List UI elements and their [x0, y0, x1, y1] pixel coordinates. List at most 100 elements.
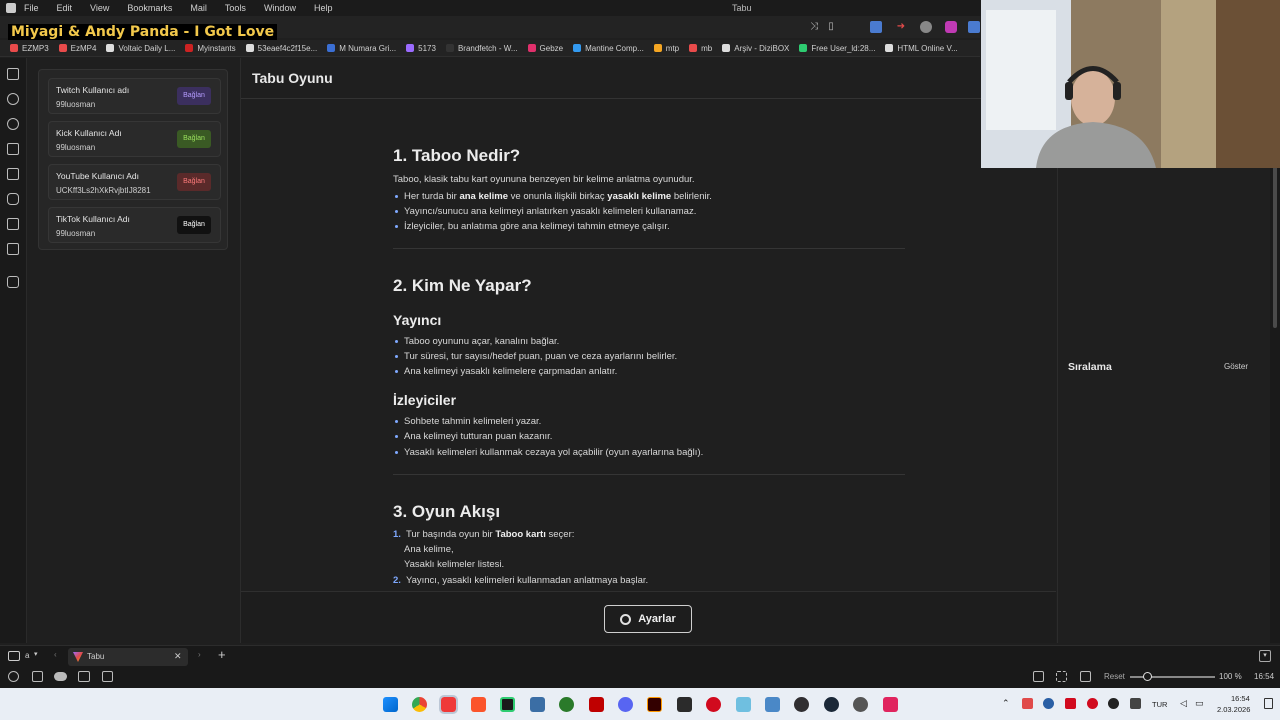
menu-view[interactable]: View — [90, 3, 109, 13]
page-actions-icon[interactable] — [1080, 671, 1091, 682]
cloud-icon[interactable] — [54, 672, 67, 681]
menu-bookmarks[interactable]: Bookmarks — [127, 3, 172, 13]
network-icon[interactable]: ▭ — [1195, 698, 1204, 709]
clock-date[interactable]: 2.03.2026 — [1217, 705, 1250, 714]
reading-list-icon[interactable] — [7, 193, 19, 205]
mail-panel-icon[interactable] — [7, 243, 19, 255]
bookmark-item[interactable]: Arşiv - DiziBOX — [722, 44, 789, 53]
extension-translate-icon[interactable] — [870, 21, 882, 33]
youtube-username-input[interactable]: UCKff3Ls2hXkRvjbtIJ8281 — [56, 186, 151, 195]
bookmarks-panel-icon[interactable] — [7, 68, 19, 80]
brave-icon[interactable] — [471, 697, 486, 712]
bookmark-item[interactable]: M Numara Gri... — [327, 44, 396, 53]
workspace-icon[interactable] — [8, 651, 20, 661]
bookmark-item[interactable]: HTML Online V... — [885, 44, 958, 53]
calendar-icon[interactable] — [102, 671, 113, 682]
scroll-tabs-right-icon[interactable]: › — [198, 650, 201, 659]
menu-window[interactable]: Window — [264, 3, 296, 13]
tab-menu-icon[interactable]: ▾ — [1259, 650, 1271, 662]
new-tab-icon[interactable]: + — [218, 647, 226, 662]
scroll-tabs-left-icon[interactable]: ‹ — [54, 650, 57, 659]
start-icon[interactable] — [383, 697, 398, 712]
mail-icon[interactable] — [78, 671, 90, 682]
kick-username-input[interactable]: 99luosman — [56, 143, 95, 152]
chrome-icon[interactable] — [412, 697, 427, 712]
twitch-connect-button[interactable]: Bağlan — [177, 87, 211, 105]
menu-edit[interactable]: Edit — [57, 3, 73, 13]
app-icon-4[interactable] — [765, 697, 780, 712]
twitch-username-input[interactable]: 99luosman — [56, 100, 95, 109]
kick-connect-button[interactable]: Bağlan — [177, 130, 211, 148]
vivaldi-icon[interactable] — [439, 695, 458, 714]
tray-app-icon-6[interactable] — [1130, 698, 1141, 709]
tray-app-icon-2[interactable] — [1043, 698, 1054, 709]
bookmark-item[interactable]: 5173 — [406, 44, 436, 53]
illustrator-icon[interactable] — [647, 697, 662, 712]
bookmark-item[interactable]: EzMP4 — [58, 44, 96, 53]
zoom-slider[interactable] — [1130, 672, 1215, 681]
tiktok-live-icon[interactable] — [883, 697, 898, 712]
workspace-name[interactable]: a — [25, 651, 29, 660]
settings-button[interactable]: Ayarlar — [604, 605, 692, 633]
menu-mail[interactable]: Mail — [190, 3, 207, 13]
bookmark-item[interactable]: 53eaef4c2f15e... — [245, 44, 317, 53]
tiling-icon[interactable] — [1056, 671, 1067, 682]
hs-app-icon[interactable] — [559, 697, 574, 712]
extension-pink-icon[interactable] — [945, 21, 957, 33]
bookmark-item[interactable]: Gebze — [527, 44, 563, 53]
extension-red-icon[interactable]: ➜ — [895, 21, 907, 33]
filezilla-icon[interactable] — [589, 697, 604, 712]
bookmark-item[interactable]: Brandfetch - W... — [445, 44, 518, 53]
extension-shield-icon[interactable] — [920, 21, 932, 33]
app-icon-3[interactable] — [736, 697, 751, 712]
discord-icon[interactable] — [618, 697, 633, 712]
bookmark-item[interactable]: Voltaic Daily L... — [106, 44, 175, 53]
volume-icon[interactable]: ◁ — [1180, 698, 1187, 709]
window-panel-icon[interactable] — [7, 218, 19, 230]
add-web-panel-icon[interactable] — [7, 276, 19, 288]
notes-panel-icon[interactable] — [7, 143, 19, 155]
bookmark-item[interactable]: mtp — [653, 44, 679, 53]
translate-panel-icon[interactable] — [7, 168, 19, 180]
tiktok-connect-button[interactable]: Bağlan — [177, 216, 211, 234]
bookmark-icon[interactable]: ▯ — [825, 21, 837, 33]
bookmark-item[interactable]: Free User_ld:28... — [799, 44, 875, 53]
menu-file[interactable]: File — [24, 3, 39, 13]
panel-toggle-icon[interactable] — [32, 671, 43, 682]
app-icon-5[interactable] — [853, 697, 868, 712]
extension-blue-icon[interactable] — [968, 21, 980, 33]
tray-expand-icon[interactable]: ⌃ — [1002, 698, 1010, 709]
zoom-slider-handle[interactable] — [1143, 672, 1152, 681]
capture-icon[interactable] — [1033, 671, 1044, 682]
steam-icon[interactable] — [824, 697, 839, 712]
tray-app-icon-4[interactable] — [1087, 698, 1098, 709]
app-icon-2[interactable] — [677, 697, 692, 712]
zoom-reset-button[interactable]: Reset — [1104, 672, 1125, 681]
language-indicator[interactable]: TUR — [1152, 700, 1167, 709]
notification-icon[interactable] — [1264, 698, 1273, 709]
youtube-connect-button[interactable]: Bağlan — [177, 173, 211, 191]
tray-app-icon[interactable] — [1022, 698, 1033, 709]
bookmark-item[interactable]: Myinstants — [185, 44, 236, 53]
clock-time[interactable]: 16:54 — [1231, 694, 1250, 703]
sync-icon[interactable] — [8, 671, 19, 682]
bookmark-item[interactable]: mb — [689, 44, 712, 53]
bookmark-item[interactable]: EZMP3 — [10, 44, 49, 53]
terminal-icon[interactable] — [500, 697, 515, 712]
tab-tabu[interactable]: Tabu ✕ — [68, 648, 188, 666]
menu-tools[interactable]: Tools — [225, 3, 246, 13]
recorder-icon[interactable] — [706, 697, 721, 712]
history-panel-icon[interactable] — [7, 118, 19, 130]
app-icon[interactable] — [530, 697, 545, 712]
bookmark-item[interactable]: Mantine Comp... — [573, 44, 644, 53]
tiktok-username-input[interactable]: 99luosman — [56, 229, 95, 238]
translate-icon[interactable]: ⤨ — [808, 21, 820, 33]
obs-icon[interactable] — [794, 697, 809, 712]
vivaldi-logo-icon[interactable] — [6, 3, 16, 13]
close-tab-icon[interactable]: ✕ — [174, 651, 182, 662]
tray-app-icon-3[interactable] — [1065, 698, 1076, 709]
menu-help[interactable]: Help — [314, 3, 333, 13]
ranking-show-button[interactable]: Göster — [1224, 362, 1248, 371]
tray-app-icon-5[interactable] — [1108, 698, 1119, 709]
chevron-down-icon[interactable]: ▾ — [34, 650, 38, 658]
